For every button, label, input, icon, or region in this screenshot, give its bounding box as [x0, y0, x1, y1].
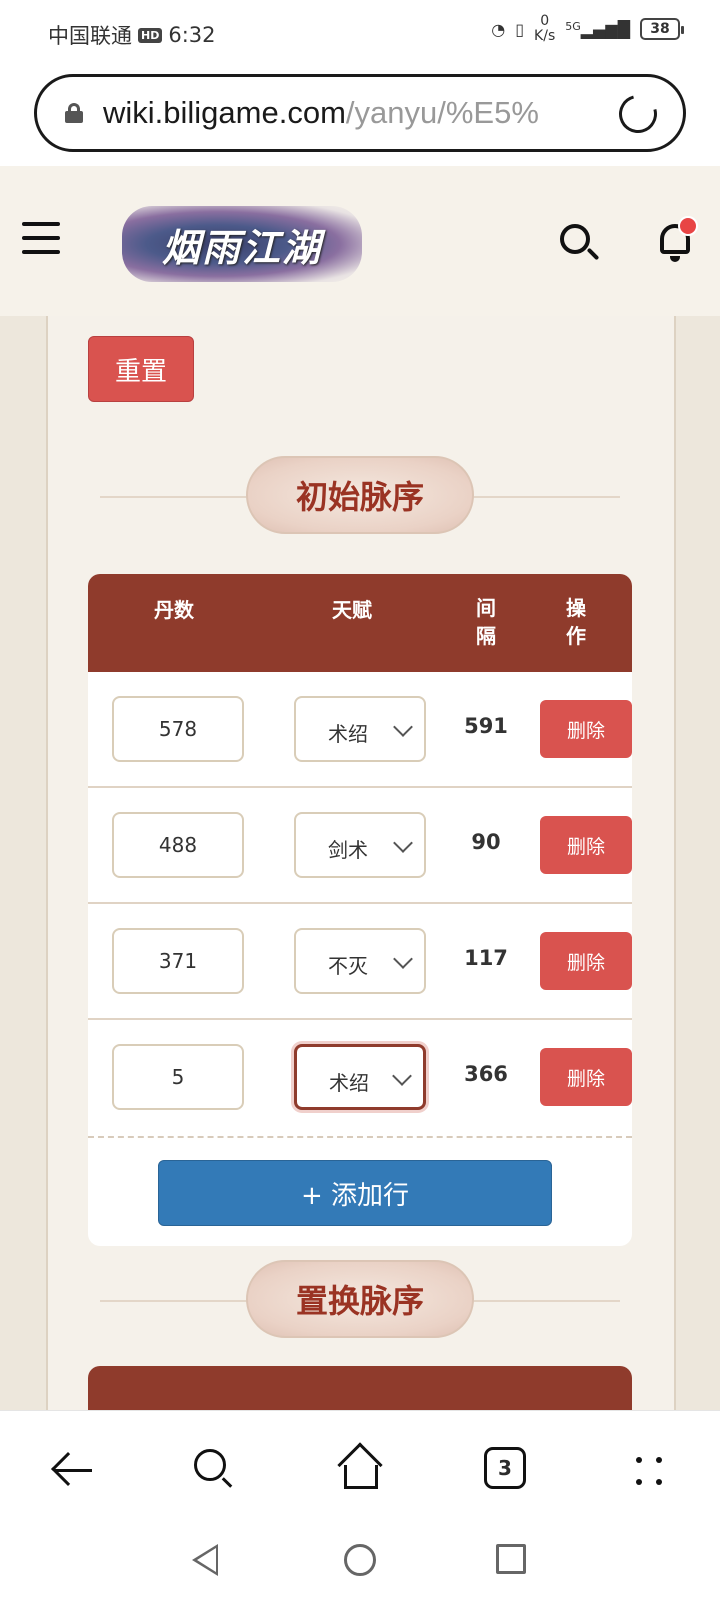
vibrate-icon: ▯ — [515, 19, 525, 39]
status-left: 中国联通 HD 6:32 — [48, 20, 216, 50]
dan-input[interactable]: 578 — [112, 696, 244, 762]
signal-label: 5G — [565, 19, 581, 33]
logo-text: 烟雨江湖 — [161, 224, 322, 270]
search-icon[interactable] — [560, 224, 600, 264]
site-logo[interactable]: 烟雨江湖 — [122, 206, 362, 282]
url-host: wiki.biligame.com — [103, 95, 346, 130]
delete-button[interactable]: 删除 — [540, 1048, 632, 1106]
reload-icon[interactable] — [612, 88, 664, 140]
table-row: 578 术绍 591 删除 — [88, 672, 632, 788]
chevron-down-icon — [392, 1066, 412, 1086]
system-back-icon[interactable] — [192, 1544, 218, 1576]
dan-input[interactable]: 371 — [112, 928, 244, 994]
url-text[interactable]: wiki.biligame.com/yanyu/%E5% — [103, 95, 593, 131]
talent-select[interactable]: 术绍 — [294, 1044, 426, 1110]
gap-value: 591 — [464, 714, 508, 738]
table-row: 5 术绍 366 删除 — [88, 1020, 632, 1136]
chevron-down-icon — [393, 717, 413, 737]
talent-value: 术绍 — [328, 722, 368, 746]
talent-value: 不灭 — [328, 954, 368, 978]
system-home-icon[interactable] — [344, 1544, 376, 1576]
tabs-count-button[interactable]: 3 — [484, 1447, 526, 1489]
notification-bell-icon[interactable] — [656, 216, 698, 266]
battery-icon: 38 — [640, 18, 684, 40]
site-header: 烟雨江湖 — [0, 166, 720, 316]
table-row: 488 剑术 90 删除 — [88, 788, 632, 904]
lock-icon — [65, 103, 83, 123]
table-row: 371 不灭 117 删除 — [88, 904, 632, 1020]
net-speed-value: 0 — [540, 13, 550, 29]
column-header-talent: 天赋 — [332, 598, 372, 622]
talent-select[interactable]: 不灭 — [294, 928, 426, 994]
column-header-action: 操作 — [566, 596, 586, 648]
clock: 6:32 — [168, 23, 216, 47]
url-path: /yanyu/%E5% — [345, 95, 539, 130]
browser-toolbar: 3 — [0, 1410, 720, 1524]
system-recents-icon[interactable] — [496, 1544, 526, 1574]
delete-button[interactable]: 删除 — [540, 932, 632, 990]
column-header-dan: 丹数 — [154, 598, 194, 622]
system-nav-bar — [0, 1524, 720, 1600]
notification-dot — [678, 216, 698, 236]
swap-sequence-table-header — [88, 1366, 632, 1410]
talent-value: 术绍 — [329, 1071, 369, 1095]
dan-input[interactable]: 5 — [112, 1044, 244, 1110]
status-bar: 中国联通 HD 6:32 ◔ ▯ 0 K/s 5G▂▄▆█ 38 — [0, 0, 720, 68]
net-speed-unit: K/s — [534, 28, 556, 44]
delete-button[interactable]: 删除 — [540, 816, 632, 874]
chevron-down-icon — [393, 949, 413, 969]
more-menu-icon[interactable] — [632, 1455, 666, 1489]
chevron-down-icon — [393, 833, 413, 853]
signal-icon: 5G▂▄▆█ — [565, 19, 630, 39]
nfc-icon: ◔ — [491, 19, 506, 39]
add-row-button[interactable]: + 添加行 — [158, 1160, 552, 1226]
hamburger-menu-icon[interactable] — [22, 222, 60, 254]
status-right: ◔ ▯ 0 K/s 5G▂▄▆█ 38 — [491, 14, 684, 44]
section-title-initial: 初始脉序 — [246, 456, 474, 534]
home-icon[interactable] — [337, 1442, 384, 1491]
search-icon[interactable] — [194, 1449, 236, 1491]
page-content: 重置 初始脉序 丹数 天赋 间隔 操作 578 术绍 591 删除 488 剑术… — [0, 316, 720, 1410]
gap-value: 117 — [464, 946, 508, 970]
gap-value: 366 — [464, 1062, 508, 1086]
back-arrow-icon[interactable] — [51, 1451, 92, 1491]
carrier-name: 中国联通 — [48, 24, 132, 48]
column-header-gap: 间隔 — [476, 596, 496, 648]
initial-sequence-table: 丹数 天赋 间隔 操作 578 术绍 591 删除 488 剑术 90 删除 3… — [88, 574, 632, 1246]
address-bar[interactable]: wiki.biligame.com/yanyu/%E5% — [34, 74, 686, 152]
net-speed: 0 K/s — [534, 14, 555, 44]
delete-button[interactable]: 删除 — [540, 700, 632, 758]
table-header: 丹数 天赋 间隔 操作 — [88, 574, 632, 672]
dan-input[interactable]: 488 — [112, 812, 244, 878]
url-area: wiki.biligame.com/yanyu/%E5% — [0, 68, 720, 166]
hd-icon: HD — [138, 27, 163, 43]
reset-button[interactable]: 重置 — [88, 336, 194, 402]
gap-value: 90 — [471, 830, 501, 854]
talent-select[interactable]: 剑术 — [294, 812, 426, 878]
talent-value: 剑术 — [328, 838, 368, 862]
add-row-area: + 添加行 — [88, 1136, 632, 1246]
section-title-swap: 置换脉序 — [246, 1260, 474, 1338]
talent-select[interactable]: 术绍 — [294, 696, 426, 762]
